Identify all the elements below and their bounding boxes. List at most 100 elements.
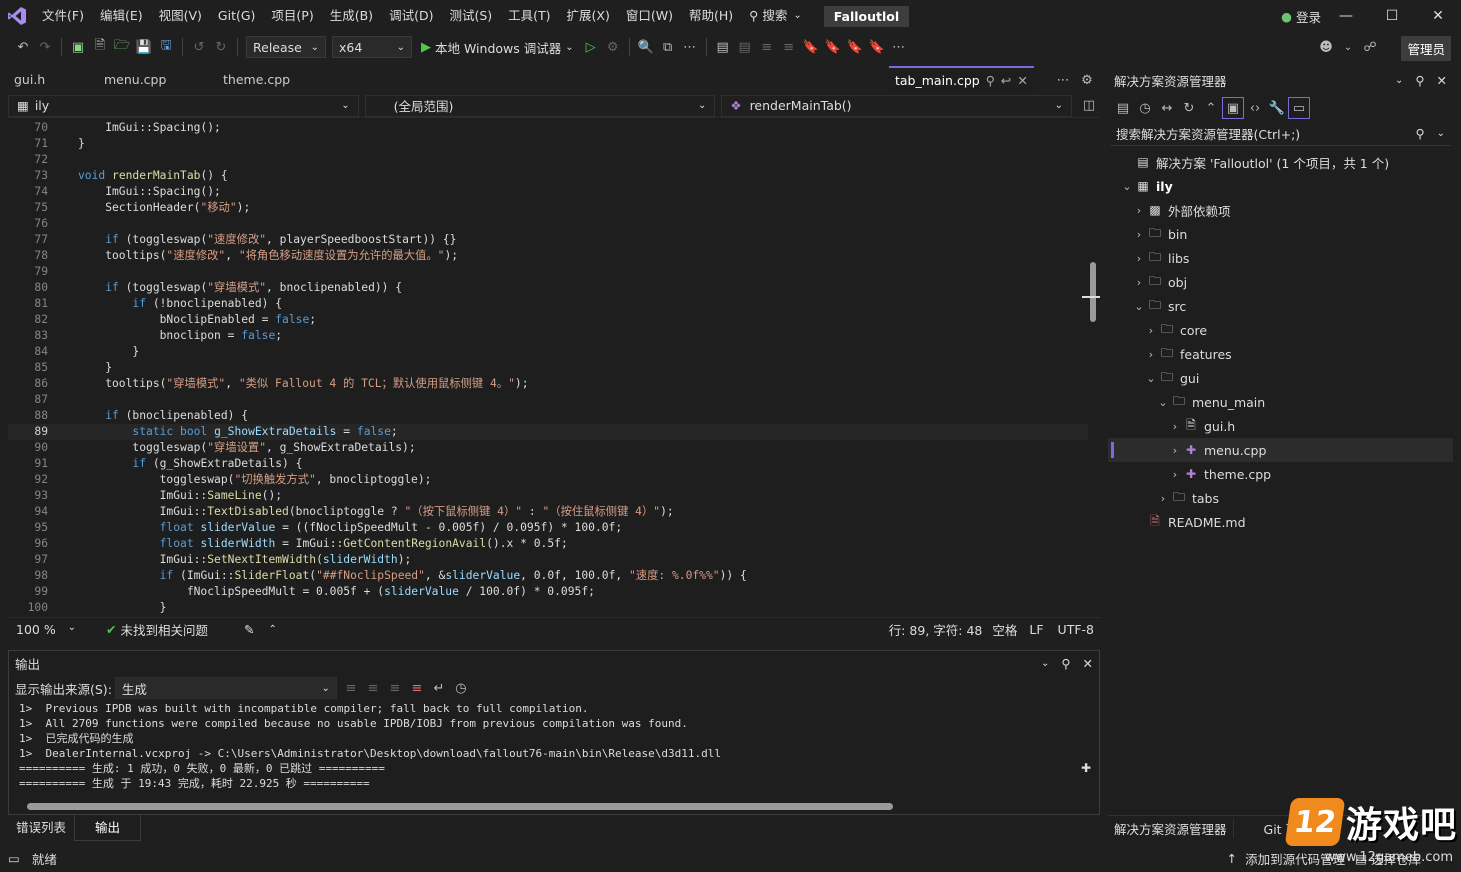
redo-icon[interactable]: ↻: [210, 36, 232, 58]
code-line[interactable]: 90 toggleswap("穿墙设置", g_ShowExtraDetails…: [8, 440, 1088, 456]
settings-icon[interactable]: ⚙: [1076, 69, 1098, 91]
login-button[interactable]: ● 登录: [1281, 0, 1321, 32]
chevron-down-icon[interactable]: ⌄: [1395, 75, 1403, 86]
chevron-right-icon[interactable]: ›: [1132, 204, 1146, 217]
chevron-down-icon[interactable]: ⌄: [1132, 300, 1146, 313]
sync-icon[interactable]: ↔: [1156, 97, 1178, 119]
file-encoding[interactable]: UTF-8: [1058, 622, 1094, 637]
code-line[interactable]: 92 toggleswap("切换触发方式", bnocliptoggle);: [8, 472, 1088, 488]
code-area[interactable]: 70 ImGui::Spacing(); 71} 72 73 void renderMa…: [8, 120, 1088, 614]
live-share-icon[interactable]: ☍: [1359, 36, 1381, 58]
back-icon[interactable]: ↶: [12, 36, 34, 58]
find-in-files-icon[interactable]: 🔍: [635, 36, 657, 58]
code-line[interactable]: 99 fNoclipSpeedMult = 0.005f + (sliderVa…: [8, 584, 1088, 600]
tree-item[interactable]: ⌄ 🗀 gui: [1108, 366, 1453, 390]
output-text[interactable]: 1> Previous IPDB was built with incompat…: [9, 701, 1089, 791]
next-bookmark-icon[interactable]: 🔖: [844, 36, 866, 58]
chevron-right-icon[interactable]: ›: [1168, 444, 1182, 457]
visual-studio-logo-icon[interactable]: [0, 0, 34, 32]
zoom-select[interactable]: 100 % ⌄: [8, 622, 80, 637]
forward-icon[interactable]: ↷: [34, 36, 56, 58]
clear-all-icon[interactable]: ≡: [406, 677, 428, 699]
code-line[interactable]: 74 ImGui::Spacing();: [8, 184, 1088, 200]
chevron-right-icon[interactable]: ›: [1132, 276, 1146, 289]
pin-icon[interactable]: ⚲: [1415, 73, 1424, 88]
more-icon[interactable]: ⋯: [679, 36, 701, 58]
tree-item[interactable]: › ✚ menu.cpp: [1108, 438, 1453, 462]
find-message-icon[interactable]: ≡: [340, 677, 362, 699]
code-line[interactable]: 95 float sliderValue = ((fNoclipSpeedMul…: [8, 520, 1088, 536]
menu-item[interactable]: 编辑(E): [92, 0, 151, 32]
menu-item[interactable]: 工具(T): [500, 0, 558, 32]
chevron-right-icon[interactable]: ›: [1144, 324, 1158, 337]
indent-icon[interactable]: ≡: [778, 36, 800, 58]
code-view-icon[interactable]: ‹›: [1244, 97, 1266, 119]
prev-bookmark-icon[interactable]: 🔖: [822, 36, 844, 58]
menu-item[interactable]: 窗口(W): [618, 0, 681, 32]
chevron-right-icon[interactable]: ›: [1168, 420, 1182, 433]
clear-bookmarks-icon[interactable]: 🔖: [866, 36, 888, 58]
code-line[interactable]: 100 }: [8, 600, 1088, 614]
code-line[interactable]: 73 void renderMainTab() {: [8, 168, 1088, 184]
code-line[interactable]: 89 static bool g_ShowExtraDetails = fals…: [8, 424, 1088, 440]
platform-select[interactable]: x64 ⌄: [332, 36, 412, 58]
code-line[interactable]: 80 if (toggleswap("穿墙模式", bnoclipenabled…: [8, 280, 1088, 296]
save-icon[interactable]: 💾: [133, 36, 155, 58]
history-icon[interactable]: ◷: [1134, 97, 1156, 119]
code-line[interactable]: 86 tooltips("穿墙模式", "类似 Fallout 4 的 TCL；…: [8, 376, 1088, 392]
open-icon[interactable]: 🗁: [111, 36, 133, 58]
chevron-right-icon[interactable]: ›: [1144, 348, 1158, 361]
properties-icon[interactable]: 🔧: [1266, 97, 1288, 119]
chevron-up-icon[interactable]: ⌃: [268, 624, 276, 635]
chevron-down-icon[interactable]: ⌄: [1120, 180, 1134, 193]
code-line[interactable]: 81 if (!bnoclipenabled) {: [8, 296, 1088, 312]
code-line[interactable]: 71}: [8, 136, 1088, 152]
outdent-icon[interactable]: ≡: [756, 36, 778, 58]
whitespace-mode[interactable]: 空格: [992, 620, 1017, 639]
chevron-down-icon[interactable]: ⌄: [1337, 36, 1359, 58]
code-line[interactable]: 79: [8, 264, 1088, 280]
close-icon[interactable]: ✕: [1415, 0, 1461, 32]
collapse-all-icon[interactable]: ⌃: [1200, 97, 1222, 119]
close-tab-icon[interactable]: ✕: [1017, 67, 1027, 95]
code-line[interactable]: 72: [8, 152, 1088, 168]
code-line[interactable]: 82 bNoclipEnabled = false;: [8, 312, 1088, 328]
code-line[interactable]: 91 if (g_ShowExtraDetails) {: [8, 456, 1088, 472]
tree-item[interactable]: › 🗀 core: [1108, 318, 1453, 342]
tab-error-list[interactable]: 错误列表: [8, 815, 74, 841]
tab-menu-cpp[interactable]: menu.cpp: [98, 66, 172, 94]
search-box[interactable]: ⚲ 搜索 ⌄: [741, 0, 810, 32]
line-ending[interactable]: LF: [1029, 622, 1043, 637]
cursor-position[interactable]: 行: 89, 字符: 48: [889, 620, 983, 639]
start-debugging-button[interactable]: ▶ 本地 Windows 调试器 ⌄: [415, 38, 580, 57]
menu-item[interactable]: 扩展(X): [559, 0, 618, 32]
chevron-right-icon[interactable]: ›: [1168, 468, 1182, 481]
minimize-icon[interactable]: —: [1323, 0, 1369, 32]
window-layout-icon[interactable]: ⧉: [657, 36, 679, 58]
menu-item[interactable]: 生成(B): [322, 0, 381, 32]
tree-item[interactable]: › ▩ 外部依赖项: [1108, 198, 1453, 222]
start-without-debugging-icon[interactable]: ▷: [580, 36, 602, 58]
tab-overflow-icon[interactable]: ⋯: [1052, 69, 1074, 91]
code-line[interactable]: 96 float sliderWidth = ImGui::GetContent…: [8, 536, 1088, 552]
project-select[interactable]: ▦ ily ⌄: [8, 94, 359, 117]
menu-item[interactable]: 测试(S): [441, 0, 500, 32]
next-message-icon[interactable]: ≡: [384, 677, 406, 699]
issues-indicator[interactable]: ✔ 未找到相关问题: [106, 620, 208, 639]
word-wrap-icon[interactable]: ↵: [428, 677, 450, 699]
solution-search-input[interactable]: 搜索解决方案资源管理器(Ctrl+;) ⚲ ⌄: [1110, 122, 1451, 146]
split-window-icon[interactable]: ◫: [1078, 95, 1100, 117]
tree-item[interactable]: ⌄ 🗀 src: [1108, 294, 1453, 318]
code-line[interactable]: 70 ImGui::Spacing();: [8, 120, 1088, 136]
maximize-icon[interactable]: ☐: [1369, 0, 1415, 32]
go-back-icon[interactable]: ↩: [1001, 67, 1011, 95]
new-file-icon[interactable]: 🗎: [89, 36, 111, 58]
code-line[interactable]: 87: [8, 392, 1088, 408]
menu-item[interactable]: 文件(F): [34, 0, 92, 32]
pin-icon[interactable]: ⚲: [986, 67, 995, 95]
tab-tab-main-cpp[interactable]: tab_main.cpp ⚲ ↩ ✕: [889, 66, 1034, 94]
tree-item[interactable]: ⌄ ▦ ily: [1108, 174, 1453, 198]
chevron-down-icon[interactable]: ⌄: [1156, 396, 1170, 409]
menu-item[interactable]: Git(G): [210, 0, 264, 32]
tab-output[interactable]: 输出: [74, 815, 142, 841]
